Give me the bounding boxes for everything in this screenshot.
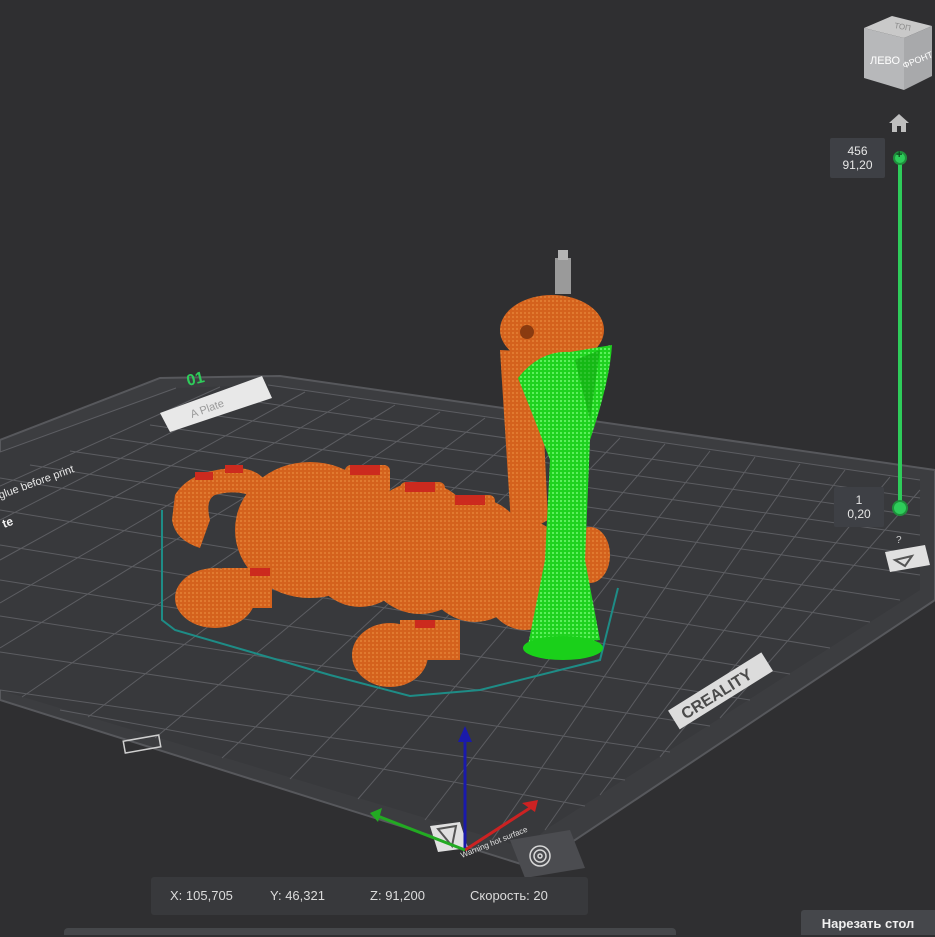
bottom-panel-edge xyxy=(64,928,676,935)
layer-top-label: 456 91,20 xyxy=(830,138,885,178)
z-value: 91,200 xyxy=(385,888,425,903)
y-coordinate: Y: 46,321 xyxy=(270,888,325,903)
speed-readout: Скорость: 20 xyxy=(470,888,548,903)
slice-plate-button[interactable]: Нарезать стол xyxy=(801,910,935,935)
speed-label: Скорость: xyxy=(470,888,530,903)
layer-bottom-number: 1 xyxy=(855,493,863,507)
home-view-button[interactable] xyxy=(887,112,911,134)
layer-bottom-height: 0,20 xyxy=(847,507,871,521)
x-coordinate: X: 105,705 xyxy=(170,888,233,903)
y-value: 46,321 xyxy=(285,888,325,903)
coordinates-status-bar: X: 105,705 Y: 46,321 Z: 91,200 Скорость:… xyxy=(151,877,588,915)
3d-viewport[interactable]: 01 A Plate glue before print te CREALITY… xyxy=(0,0,935,935)
layer-slider-bottom-handle[interactable] xyxy=(892,500,908,516)
x-label: X: xyxy=(170,888,183,903)
z-label: Z: xyxy=(370,888,382,903)
build-plate: 01 A Plate glue before print te CREALITY… xyxy=(0,369,935,878)
y-label: Y: xyxy=(270,888,282,903)
speed-value: 20 xyxy=(533,888,548,903)
cube-left-label: ЛЕВО xyxy=(870,55,901,67)
z-coordinate: Z: 91,200 xyxy=(370,888,425,903)
layer-top-height: 91,20 xyxy=(842,158,873,172)
home-icon xyxy=(889,114,909,132)
view-cube[interactable]: ТОП ЛЕВО ФРОНТ xyxy=(860,12,935,92)
help-icon[interactable]: ? xyxy=(896,535,902,546)
layer-top-number: 456 xyxy=(847,144,868,158)
x-value: 105,705 xyxy=(185,888,233,903)
layer-slider-track[interactable] xyxy=(898,158,902,508)
layer-slider-top-handle[interactable] xyxy=(893,149,907,165)
layer-bottom-label: 1 0,20 xyxy=(834,487,884,527)
